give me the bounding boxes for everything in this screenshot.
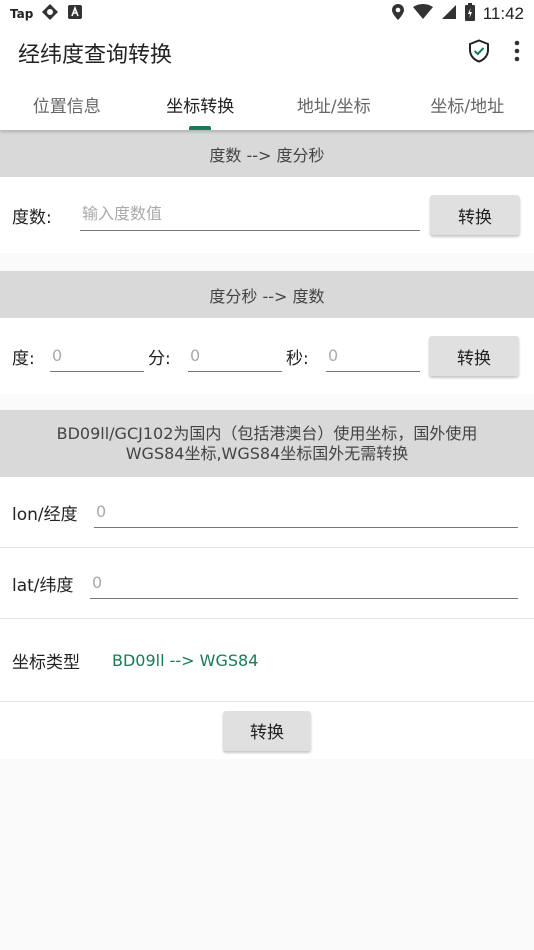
lon-input[interactable]: 0: [94, 496, 518, 528]
coord-convert-header-line2: WGS84坐标,WGS84坐标国外无需转换: [125, 443, 409, 463]
dms-to-deg-header: 度分秒 --> 度数: [0, 271, 534, 318]
degree-input[interactable]: 输入度数值: [80, 199, 420, 231]
app-title: 经纬度查询转换: [18, 43, 173, 68]
deg-to-dms-card: 度数: 输入度数值 转换: [0, 177, 534, 253]
app-notification-icon: [41, 3, 59, 25]
deg-to-dms-header: 度数 --> 度分秒: [0, 130, 534, 177]
wifi-icon: [412, 4, 433, 24]
battery-icon: [464, 3, 475, 25]
min-input[interactable]: 0: [188, 340, 282, 372]
deg-to-dms-convert-button[interactable]: 转换: [430, 195, 520, 235]
lon-label: lon/经度: [12, 504, 78, 525]
coord-type-row: 坐标类型 BD09ll --> WGS84: [0, 619, 534, 701]
shield-check-icon[interactable]: [468, 39, 490, 67]
coord-convert-header-line1: BD09ll/GCJ102为国内（包括港澳台）使用坐标，国外使用: [56, 423, 478, 443]
deg-label: 度:: [12, 348, 35, 369]
dms-to-deg-card: 度: 0 分: 0 秒: 0 转换: [0, 318, 534, 394]
tab-coord-to-address[interactable]: 坐标/地址: [401, 78, 534, 130]
deg-input[interactable]: 0: [50, 340, 144, 372]
coord-convert-header: BD09ll/GCJ102为国内（包括港澳台）使用坐标，国外使用 WGS84坐标…: [0, 410, 534, 477]
degree-label: 度数:: [12, 207, 52, 228]
lat-row: lat/纬度 0: [0, 548, 534, 618]
coord-convert-card: lon/经度 0 lat/纬度 0 坐标类型 BD09ll --> WGS84 …: [0, 477, 534, 759]
coord-type-label: 坐标类型: [12, 652, 80, 673]
accessibility-notification-icon: [67, 4, 83, 24]
tab-bar: 位置信息 坐标转换 地址/坐标 坐标/地址: [0, 78, 534, 130]
tab-location-info[interactable]: 位置信息: [0, 78, 134, 130]
tab-coord-convert[interactable]: 坐标转换: [134, 78, 268, 130]
status-bar: Tap 11:42: [0, 0, 534, 28]
status-time: 11:42: [482, 4, 524, 23]
sec-input[interactable]: 0: [326, 340, 420, 372]
lat-input[interactable]: 0: [90, 567, 518, 599]
coord-convert-button[interactable]: 转换: [223, 710, 311, 751]
coord-convert-button-row: 转换: [0, 702, 534, 759]
lon-row: lon/经度 0: [0, 477, 534, 547]
cell-signal-icon: [441, 4, 457, 24]
coord-type-selector[interactable]: BD09ll --> WGS84: [112, 651, 258, 670]
location-icon: [391, 3, 405, 25]
tab-address-to-coord[interactable]: 地址/坐标: [267, 78, 401, 130]
sec-label: 秒:: [286, 348, 309, 369]
min-label: 分:: [148, 348, 171, 369]
status-tap-text: Tap: [10, 7, 34, 21]
lat-label: lat/纬度: [12, 575, 74, 596]
app-bar: 经纬度查询转换: [0, 28, 534, 78]
dms-to-deg-convert-button[interactable]: 转换: [429, 336, 519, 376]
more-vert-icon[interactable]: [514, 40, 520, 66]
